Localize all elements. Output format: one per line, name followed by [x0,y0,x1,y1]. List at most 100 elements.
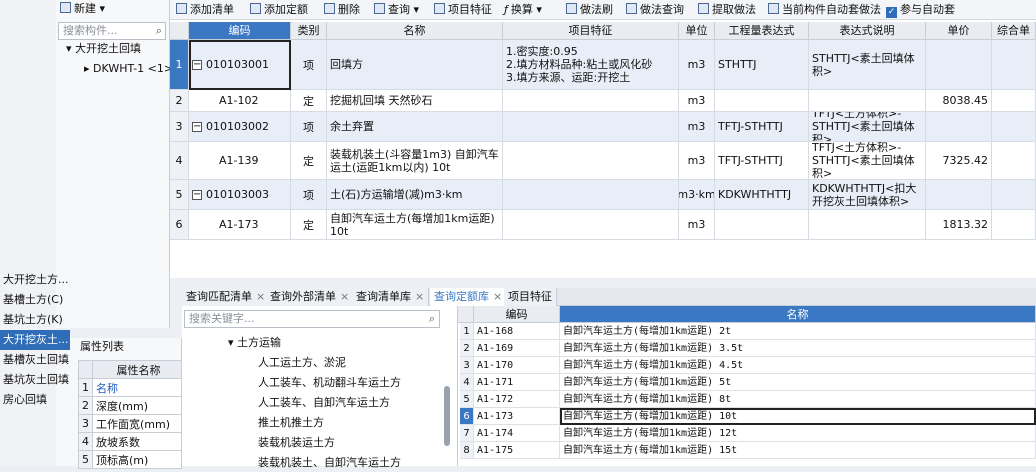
header-feature[interactable]: 项目特征 [503,22,679,40]
composite-price-cell[interactable] [992,142,1036,180]
unit-cell[interactable]: m3 [679,40,715,90]
tree-root-node[interactable]: ▾ 大开挖土回填 [66,40,141,58]
nav-item-pit-backfill[interactable]: 基坑灰土回填 [0,370,70,390]
quota-code-cell[interactable]: A1-168 [474,323,560,340]
header-name[interactable]: 名称 [560,306,1036,323]
tree-child-node[interactable]: ▸ DKWHT-1 <1> [84,60,173,78]
price-cell[interactable]: 7325.42 [926,142,992,180]
header-code[interactable]: 编码 [189,22,291,40]
composite-price-cell[interactable] [992,40,1036,90]
nav-item-trench-backfill[interactable]: 基槽灰土回填 [0,350,70,370]
feature-cell[interactable] [503,142,679,180]
header-composite-price[interactable]: 综合单 [992,22,1036,40]
row-index[interactable]: 8 [460,442,474,459]
composite-price-cell[interactable] [992,210,1036,240]
nav-item-trench[interactable]: 基槽土方(C) [0,290,70,310]
tab-list-library[interactable]: 查询清单库 × [352,288,430,306]
close-icon[interactable]: × [340,290,349,303]
tree-leaf-node[interactable]: 装载机装土、自卸汽车运土方 [258,454,401,472]
quota-code-cell[interactable]: A1-174 [474,425,560,442]
item-feature-button[interactable]: 项目特征 [434,2,492,18]
close-icon[interactable]: × [256,290,265,303]
delete-button[interactable]: 删除 [324,2,360,18]
code-cell[interactable]: −010103002 [189,112,291,142]
quota-code-cell[interactable]: A1-172 [474,391,560,408]
cat-cell[interactable]: 定 [291,90,327,112]
tab-quota-library[interactable]: 查询定额库 × [430,288,508,306]
unit-cell[interactable]: m3 [679,142,715,180]
quota-name-cell[interactable]: 自卸汽车运土方(每增加1km运距) 4.5t [560,357,1036,374]
keyword-search-input[interactable]: 搜索关键字... ⌕ [184,310,440,328]
name-cell[interactable]: 装载机装土(斗容量1m3) 自卸汽车运土(运距1km以内) 10t [327,142,503,180]
tab-external-list[interactable]: 查询外部清单 × [266,288,355,306]
collapse-icon[interactable]: − [192,121,202,132]
expr-cell[interactable]: KDKWHTHTTJ [715,180,809,210]
price-cell[interactable]: 1813.32 [926,210,992,240]
nav-item-room-backfill[interactable]: 房心回填 [0,390,70,410]
property-row[interactable]: 1 名称 [78,378,182,397]
convert-button[interactable]: ƒ 换算 ▾ [504,2,542,18]
price-cell[interactable]: 8038.45 [926,90,992,112]
desc-cell[interactable]: TFTJ<土方体积>-STHTTJ<素土回填体积> [809,112,926,142]
quota-name-cell[interactable]: 自卸汽车运土方(每增加1km运距) 3.5t [560,340,1036,357]
nav-item-excavation[interactable]: 大开挖土方... [0,270,70,290]
code-cell[interactable]: −010103001 [189,40,291,90]
unit-cell[interactable]: m3 [679,112,715,142]
quota-code-cell[interactable]: A1-170 [474,357,560,374]
tree-group-node[interactable]: ▾ 土方运输 [228,334,281,352]
tree-leaf-node[interactable]: 人工装车、机动翻斗车运土方 [258,374,401,392]
query-button[interactable]: 查询 ▾ [374,2,419,18]
feature-cell[interactable]: 1.密实度:0.95 2.填方材料品种:粘土或风化砂 3.填方来源、运距:开挖土 [503,40,679,90]
feature-cell[interactable] [503,180,679,210]
tree-leaf-node[interactable]: 推土机推土方 [258,414,324,432]
row-index[interactable]: 3 [170,112,189,142]
property-row[interactable]: 2 深度(mm) [78,396,182,415]
tree-leaf-node[interactable]: 人工运土方、淤泥 [258,354,346,372]
cat-cell[interactable]: 定 [291,210,327,240]
desc-cell[interactable] [809,90,926,112]
row-index[interactable]: 1 [460,323,474,340]
row-index[interactable]: 7 [460,425,474,442]
feature-cell[interactable] [503,90,679,112]
row-index[interactable]: 6 [170,210,189,240]
unit-cell[interactable]: m3 [679,210,715,240]
name-cell[interactable]: 自卸汽车运土方(每增加1km运距) 10t [327,210,503,240]
name-cell[interactable]: 挖掘机回填 天然砂石 [327,90,503,112]
quota-name-cell[interactable]: 自卸汽车运土方(每增加1km运距) 2t [560,323,1036,340]
row-index[interactable]: 1 [170,40,189,90]
tree-leaf-node[interactable]: 装载机装运土方 [258,434,335,452]
desc-cell[interactable] [809,210,926,240]
property-row[interactable]: 4 放坡系数 [78,432,182,451]
name-cell[interactable]: 余土弃置 [327,112,503,142]
row-index[interactable]: 5 [460,391,474,408]
cat-cell[interactable]: 项 [291,112,327,142]
code-cell[interactable]: A1-173 [189,210,291,240]
auto-apply-current-button[interactable]: 当前构件自动套做法 [768,2,881,18]
add-quota-button[interactable]: 添加定额 [250,2,308,18]
quota-name-cell[interactable]: 自卸汽车运土方(每增加1km运距) 5t [560,374,1036,391]
row-index[interactable]: 4 [460,374,474,391]
code-cell[interactable]: A1-139 [189,142,291,180]
cat-cell[interactable]: 项 [291,180,327,210]
code-cell[interactable]: −010103003 [189,180,291,210]
desc-cell[interactable]: STHTTJ<素土回填体积> [809,40,926,90]
tree-leaf-node[interactable]: 人工装车、自卸汽车运土方 [258,394,390,412]
price-cell[interactable] [926,112,992,142]
header-category[interactable]: 类别 [291,22,327,40]
composite-price-cell[interactable] [992,90,1036,112]
method-query-button[interactable]: 做法查询 [626,2,684,18]
new-button[interactable]: 新建 ▾ [60,0,105,18]
cat-cell[interactable]: 定 [291,142,327,180]
header-code[interactable]: 编码 [474,306,560,323]
feature-cell[interactable] [503,112,679,142]
header-unit[interactable]: 单位 [679,22,715,40]
price-cell[interactable] [926,40,992,90]
close-icon[interactable]: × [415,290,424,303]
cat-cell[interactable]: 项 [291,40,327,90]
nav-item-lime-soil[interactable]: 大开挖灰土... [0,330,70,350]
join-auto-checkbox[interactable]: ✓ 参与自动套 [886,2,955,18]
add-list-button[interactable]: 添加清单 [176,2,234,18]
quota-name-cell[interactable]: 自卸汽车运土方(每增加1km运距) 8t [560,391,1036,408]
desc-cell[interactable]: TFTJ<土方体积>-STHTTJ<素土回填体积> [809,142,926,180]
price-cell[interactable] [926,180,992,210]
